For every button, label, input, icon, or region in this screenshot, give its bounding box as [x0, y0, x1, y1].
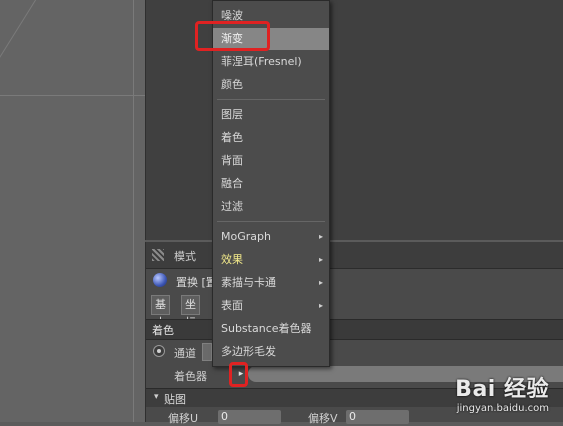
mode-menu[interactable]: 模式	[174, 248, 196, 264]
shader-context-menu: 噪波 渐变 菲涅耳(Fresnel) 颜色 图层 着色 背面 融合 过滤 MoG…	[212, 0, 330, 367]
viewport-grid-line	[0, 0, 99, 121]
collapse-arrow-icon[interactable]: ▾	[154, 392, 159, 402]
menu-item-label: 过滤	[221, 200, 243, 213]
channel-row: 通道	[146, 342, 563, 362]
3d-viewport[interactable]	[0, 0, 145, 422]
offset-u-label: 偏移U	[168, 412, 199, 425]
menu-item-label: MoGraph	[221, 230, 271, 243]
grip-icon[interactable]	[152, 249, 164, 261]
menu-item-mograph[interactable]: MoGraph ▸	[213, 226, 329, 248]
channel-dropdown[interactable]	[202, 343, 212, 361]
viewport-grid-line	[0, 95, 145, 96]
menu-item-label: 融合	[221, 177, 243, 190]
menu-item-label: 图层	[221, 108, 243, 121]
menu-item-label: 颜色	[221, 78, 243, 91]
tab-basic[interactable]: 基本	[151, 295, 170, 329]
object-label: 置换 [置	[176, 276, 217, 289]
section-title: 着色	[152, 324, 174, 337]
menu-item-colorizer[interactable]: 着色	[213, 127, 329, 149]
shader-label: 着色器	[174, 370, 207, 383]
watermark: Bai 经验 jingyan.baidu.com	[455, 371, 549, 414]
displacer-icon	[153, 273, 167, 287]
menu-item-backside[interactable]: 背面	[213, 150, 329, 172]
baidu-logo: Bai 经验	[455, 377, 549, 402]
offset-v-label: 偏移V	[308, 412, 338, 425]
texture-section-title: 贴图	[164, 393, 186, 406]
object-row: 置换 [置	[146, 270, 563, 292]
menu-item-hair[interactable]: 多边形毛发	[213, 341, 329, 363]
attr-header: 模式	[146, 242, 563, 269]
highlight-arrow-box	[229, 362, 248, 387]
submenu-arrow-icon: ▸	[318, 255, 323, 264]
menu-item-fresnel[interactable]: 菲涅耳(Fresnel)	[213, 51, 329, 73]
menu-item-label: Substance着色器	[221, 322, 312, 335]
submenu-arrow-icon: ▸	[318, 232, 323, 241]
menu-item-label: 表面	[221, 299, 243, 312]
menu-item-label: 多边形毛发	[221, 345, 276, 358]
menu-item-label: 素描与卡通	[221, 276, 276, 289]
menu-item-substance[interactable]: Substance着色器	[213, 318, 329, 340]
menu-separator	[217, 221, 325, 222]
menu-item-label: 效果	[221, 253, 243, 266]
shading-section: 着色	[146, 319, 563, 340]
viewport-grid-line	[133, 0, 134, 422]
menu-item-label: 背面	[221, 154, 243, 167]
menu-separator	[217, 99, 325, 100]
channel-label: 通道	[174, 347, 196, 360]
menu-item-sketch-toon[interactable]: 素描与卡通 ▸	[213, 272, 329, 294]
menu-item-fusion[interactable]: 融合	[213, 173, 329, 195]
menu-item-color[interactable]: 颜色	[213, 74, 329, 96]
menu-item-label: 着色	[221, 131, 243, 144]
menu-item-layer[interactable]: 图层	[213, 104, 329, 126]
submenu-arrow-icon: ▸	[318, 301, 323, 310]
menu-item-label: 菲涅耳(Fresnel)	[221, 55, 302, 68]
watermark-url: jingyan.baidu.com	[456, 403, 549, 414]
tab-coord[interactable]: 坐标	[181, 295, 200, 329]
channel-radio[interactable]	[153, 345, 165, 357]
highlight-gradient-box	[195, 21, 270, 51]
menu-item-surfaces[interactable]: 表面 ▸	[213, 295, 329, 317]
menu-item-effects[interactable]: 效果 ▸	[213, 249, 329, 271]
menu-item-filter[interactable]: 过滤	[213, 196, 329, 218]
submenu-arrow-icon: ▸	[318, 278, 323, 287]
